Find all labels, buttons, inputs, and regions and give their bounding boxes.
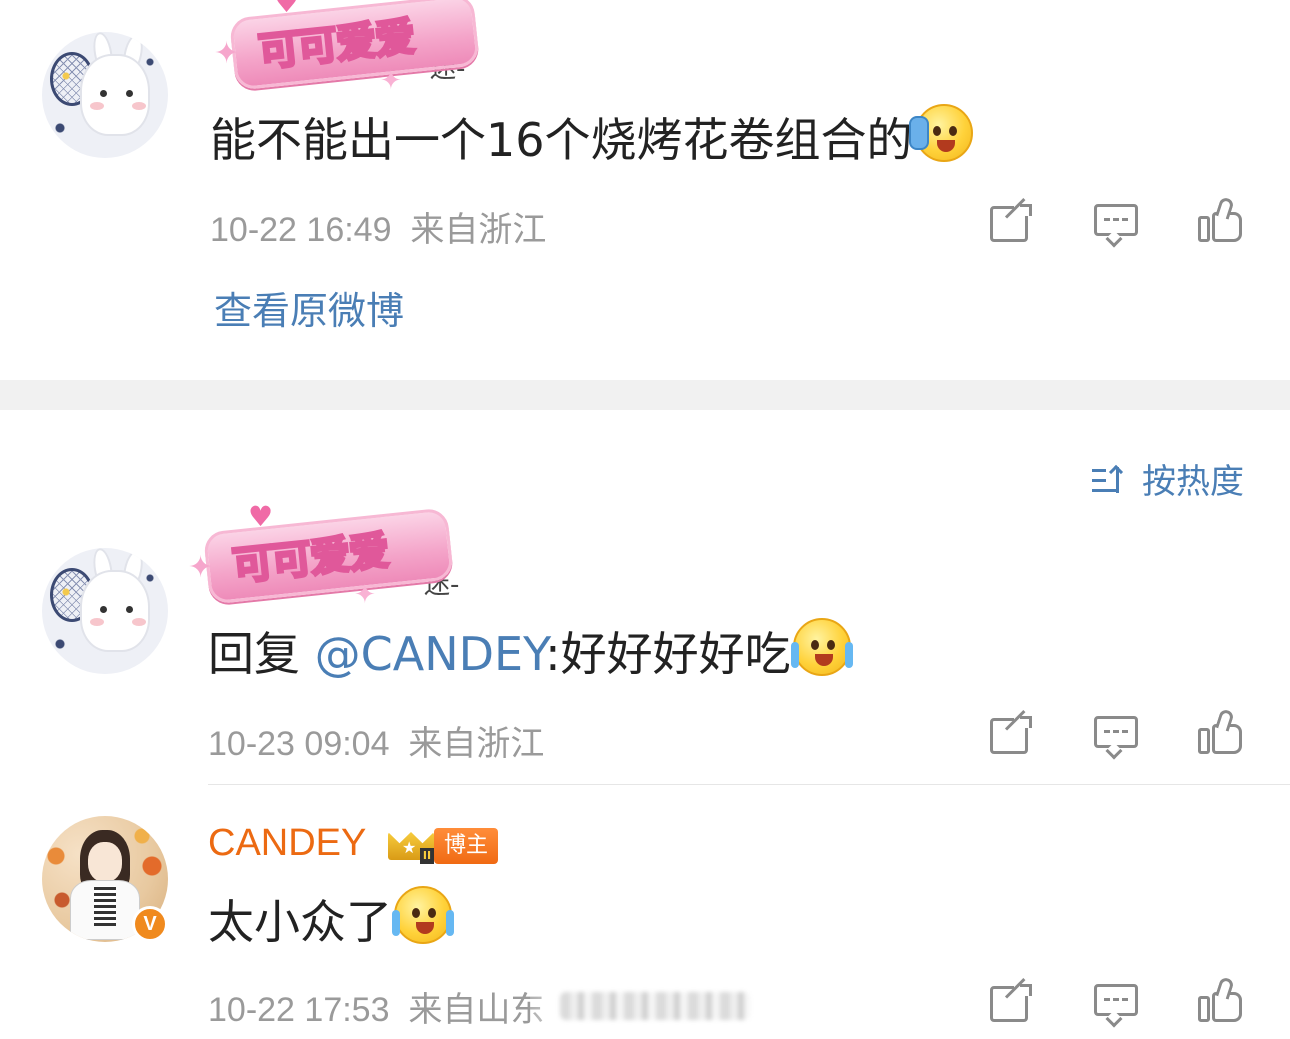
comment-text: 能不能出一个16个烧烤花卷组合的 — [210, 104, 973, 170]
mention-link[interactable]: @CANDEY — [315, 627, 545, 681]
comment-icon[interactable] — [1094, 980, 1140, 1028]
like-icon[interactable] — [1198, 196, 1244, 242]
star-icon: ✦ — [380, 66, 402, 96]
reply-meta: 10-23 09:04 来自浙江 — [208, 716, 544, 765]
reply-body: :好好好好吃 — [545, 627, 791, 681]
user-avatar[interactable] — [42, 548, 168, 674]
heart-icon: ♥ — [248, 500, 274, 533]
star-icon: ✦ — [214, 36, 240, 71]
reply-location: 来自浙江 — [408, 725, 545, 763]
comment-date: 10-22 16:49 — [210, 211, 392, 249]
blogger-badge: 博主 — [434, 828, 498, 864]
laugh-cry-emoji-icon — [790, 618, 853, 676]
crown-icon: ★ II — [386, 824, 436, 864]
sort-label: 按热度 — [1142, 462, 1244, 502]
star-icon: ✦ — [354, 580, 376, 610]
comment-icon[interactable] — [1094, 712, 1140, 760]
reply-meta: 10-22 17:53 来自山东 — [208, 982, 544, 1031]
tears-of-joy-emoji-icon — [392, 886, 454, 944]
sort-toggle[interactable]: 按热度 — [1092, 454, 1244, 503]
comment-meta: 10-22 16:49 来自浙江 — [210, 202, 546, 251]
name-sticker: ♥ ✦ ✦ 可可爱爱 — [214, 0, 494, 96]
thinking-sweat-emoji-icon — [908, 104, 973, 162]
blogger-username[interactable]: CANDEY — [208, 822, 366, 865]
like-icon[interactable] — [1198, 976, 1244, 1022]
reply-text: 太小众了 — [208, 886, 454, 952]
reply-date: 10-22 17:53 — [208, 991, 390, 1029]
verified-v-icon: V — [132, 906, 168, 942]
section-divider — [0, 380, 1290, 410]
reply-date: 10-23 09:04 — [208, 725, 390, 763]
name-sticker: ♥ ✦ ✦ 可可爱爱 — [188, 500, 468, 610]
reply-text: 回复 @CANDEY:好好好好吃 — [208, 618, 853, 684]
comment-icon[interactable] — [1094, 200, 1140, 248]
watermark-blur-bars — [560, 992, 750, 1020]
star-icon: ✦ — [188, 550, 214, 585]
reply-body: 太小众了 — [208, 895, 392, 949]
like-icon[interactable] — [1198, 708, 1244, 754]
share-icon[interactable] — [988, 978, 1034, 1026]
reply-divider — [208, 784, 1290, 785]
comment-body: 能不能出一个16个烧烤花卷组合的 — [210, 113, 913, 167]
reply-prefix: 回复 — [208, 627, 315, 681]
reply-location: 来自山东 — [408, 991, 545, 1029]
comment-location: 来自浙江 — [410, 211, 547, 249]
share-icon[interactable] — [988, 198, 1034, 246]
sort-by-hot-icon — [1092, 464, 1128, 497]
view-original-link[interactable]: 查看原微博 — [214, 280, 404, 335]
share-icon[interactable] — [988, 710, 1034, 758]
user-avatar[interactable] — [42, 32, 168, 158]
